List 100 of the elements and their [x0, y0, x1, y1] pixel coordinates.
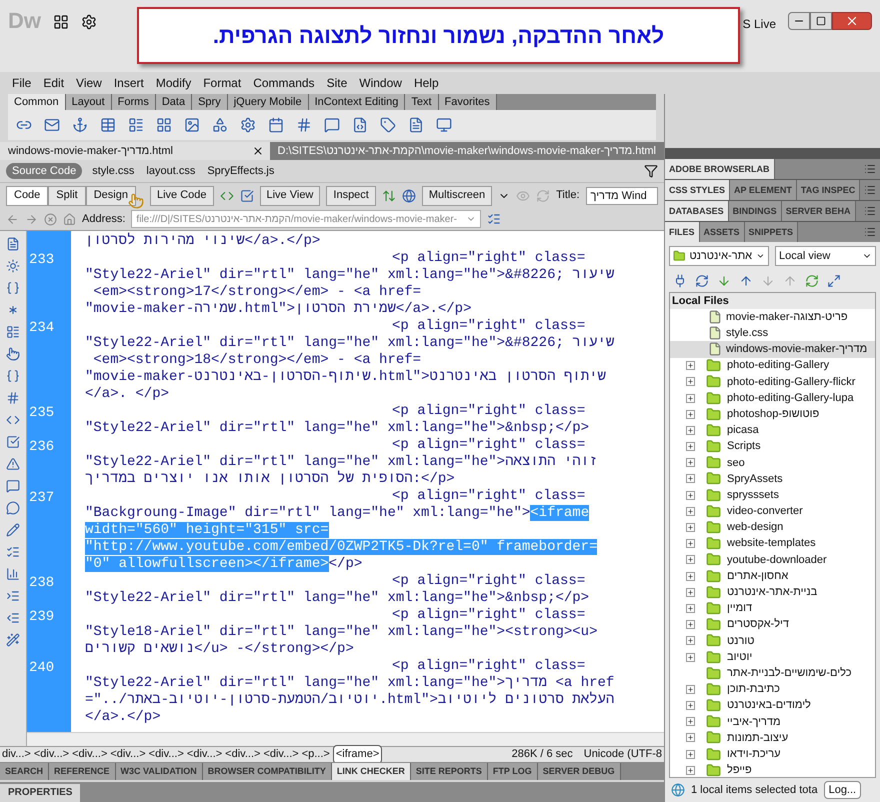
shapes-icon[interactable]	[212, 117, 228, 133]
globe-icon[interactable]	[402, 188, 416, 202]
expand-toggle[interactable]	[686, 410, 695, 419]
address-field[interactable]: file:///D|/SITES/הקמת-אתר-אינטרנט/movie-maker/windows-movie-maker-	[131, 210, 482, 228]
comment-icon[interactable]	[6, 501, 20, 515]
expand-toggle[interactable]	[686, 377, 695, 386]
document-tab[interactable]: windows-movie-maker-מדריך.html	[0, 142, 270, 160]
expand-toggle[interactable]	[686, 572, 695, 581]
file-tree-row[interactable]: sprysssets	[670, 487, 875, 504]
panel-tab[interactable]: LINK CHECKER	[332, 763, 411, 780]
panel-tab[interactable]: FILES	[665, 222, 700, 242]
expand-toggle[interactable]	[686, 506, 695, 516]
menu-item[interactable]: Format	[203, 74, 242, 92]
tag-selector-item[interactable]: <p...>	[302, 746, 330, 763]
view-button[interactable]: Code	[6, 186, 48, 206]
file-tree-row[interactable]: style.css	[670, 325, 875, 342]
panel-tab[interactable]: REFERENCE	[49, 763, 116, 780]
tag-selector-item[interactable]: div...>	[2, 746, 31, 763]
file-tree-row[interactable]: photo-editing-Gallery-lupa	[670, 390, 875, 406]
check-out-icon[interactable]	[761, 274, 775, 288]
panel-tab[interactable]: AP ELEMENT	[730, 180, 797, 200]
menu-item[interactable]: Edit	[43, 74, 64, 92]
expand-toggle[interactable]	[686, 717, 695, 726]
menu-item[interactable]: Site	[326, 74, 348, 92]
warning-icon[interactable]	[6, 457, 20, 471]
file-tree-row[interactable]: אחסון-אתרים	[670, 568, 875, 584]
expand-toggle[interactable]	[686, 636, 695, 646]
menu-item[interactable]: Help	[414, 74, 439, 92]
braces-icon[interactable]	[6, 281, 20, 295]
related-file-tab[interactable]: layout.css	[144, 162, 198, 180]
menu-item[interactable]: Window	[359, 74, 402, 92]
mail-icon[interactable]	[44, 117, 60, 133]
file-tree-row[interactable]: photo-editing-Gallery-flickr	[670, 374, 875, 390]
tag-selector-item[interactable]: <div...>	[186, 746, 222, 763]
expand-toggle[interactable]	[686, 766, 695, 775]
tag-selector-item[interactable]: <div...>	[34, 746, 70, 763]
arrows-icon[interactable]	[382, 188, 396, 202]
panel-tab[interactable]: SEARCH	[0, 763, 50, 780]
menu-item[interactable]: Commands	[253, 74, 315, 92]
insert-tab[interactable]: Layout	[66, 94, 112, 110]
anchor-icon[interactable]	[72, 117, 88, 133]
tag-selector-item[interactable]: <div...>	[72, 746, 108, 763]
panel-tab[interactable]: TAG INSPEC	[796, 180, 860, 200]
image-icon[interactable]	[184, 117, 200, 133]
close-button[interactable]	[832, 12, 872, 30]
file-tree-row[interactable]: movie-maker-פריט-תצוגה	[670, 309, 875, 326]
list-icon[interactable]	[487, 212, 502, 226]
panel-tab[interactable]: ASSETS	[700, 222, 745, 242]
comment-icon[interactable]	[324, 117, 340, 133]
insert-tab[interactable]: Text	[405, 94, 439, 110]
panel-tab[interactable]: SERVER BEHA	[782, 201, 856, 221]
chart-icon[interactable]	[6, 567, 20, 581]
expand-toggle[interactable]	[686, 750, 695, 759]
file-tree-row[interactable]: יוטיוב	[670, 648, 875, 666]
expand-toggle[interactable]	[686, 684, 695, 694]
panel-tab[interactable]: DATABASES	[665, 201, 729, 221]
globe-icon[interactable]	[671, 783, 685, 797]
pencil-icon[interactable]	[6, 523, 20, 537]
hash-icon[interactable]	[296, 117, 312, 133]
tag-selector-item[interactable]: <div...>	[225, 746, 260, 763]
panel-tab[interactable]: CSS STYLES	[665, 180, 730, 200]
inspect-button[interactable]: Inspect	[326, 186, 376, 206]
live-view-button[interactable]: Live View	[260, 186, 320, 206]
menu-item[interactable]: View	[76, 74, 102, 92]
checklist-icon[interactable]	[240, 188, 254, 202]
insert-tab[interactable]: Forms	[112, 94, 156, 110]
monitor-icon[interactable]	[436, 117, 452, 133]
expand-toggle[interactable]	[686, 394, 695, 403]
file-tree-row[interactable]: בניית-אתר-אינטרנט	[670, 584, 875, 600]
multiscreen-button[interactable]: Multiscreen	[422, 186, 492, 206]
sync-icon[interactable]	[805, 274, 819, 288]
hash-icon[interactable]	[6, 391, 20, 405]
expand-toggle[interactable]	[686, 604, 695, 613]
comment-icon[interactable]	[6, 479, 20, 493]
insert-tab[interactable]: Spry	[192, 94, 228, 110]
layout-icon[interactable]	[53, 14, 69, 30]
expand-toggle[interactable]	[686, 588, 695, 597]
outdent-icon[interactable]	[6, 611, 20, 625]
cs-live-label[interactable]: S Live	[742, 15, 776, 33]
expand-toggle[interactable]	[686, 361, 695, 370]
file-tree-row[interactable]: טורנט	[670, 632, 875, 649]
panel-tab[interactable]: SERVER DEBUG	[538, 763, 621, 780]
file-tree-row[interactable]: פייפל	[670, 762, 875, 777]
check-in-icon[interactable]	[783, 274, 797, 288]
panel-tab[interactable]: BROWSER COMPATIBILITY	[202, 763, 332, 780]
expand-toggle[interactable]	[686, 701, 695, 710]
file-tree-row[interactable]: לימודים-באינטרנט	[670, 698, 875, 714]
sun-icon[interactable]	[6, 259, 20, 273]
connect-icon[interactable]	[673, 274, 687, 288]
expand-toggle[interactable]	[686, 474, 695, 484]
expand-toggle[interactable]	[686, 555, 695, 564]
view-dropdown[interactable]: Local view	[775, 246, 876, 266]
menu-item[interactable]: Modify	[156, 74, 192, 92]
expand-toggle[interactable]	[686, 426, 695, 435]
log-button[interactable]: Log...	[824, 781, 862, 799]
indent-icon[interactable]	[6, 589, 20, 603]
view-button[interactable]: Design	[86, 186, 136, 206]
live-code-button[interactable]: Live Code	[150, 186, 214, 206]
wand-icon[interactable]	[6, 633, 20, 647]
file-tree-row[interactable]: picasa	[670, 422, 875, 438]
